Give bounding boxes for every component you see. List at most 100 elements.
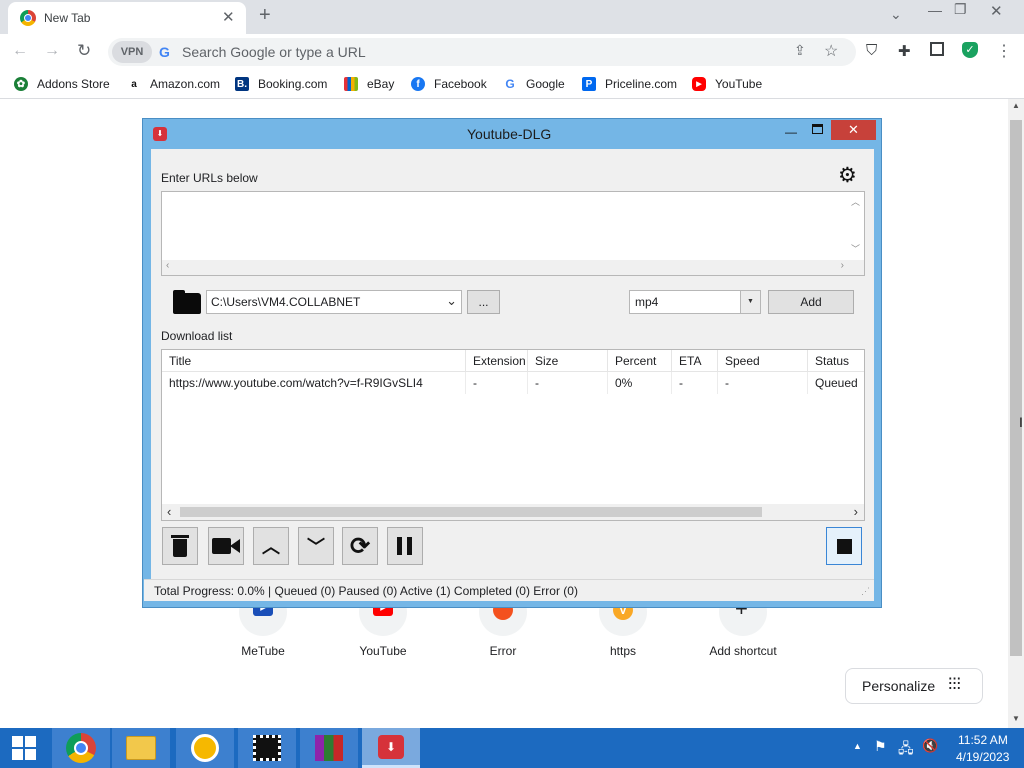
tab-title: New Tab bbox=[44, 11, 91, 25]
mouse-cursor-icon: I bbox=[1019, 414, 1023, 430]
vpn-shield-icon bbox=[191, 734, 219, 762]
taskbar-chrome[interactable] bbox=[52, 728, 110, 768]
addons-store-icon: ✿ bbox=[14, 77, 28, 91]
list-scroll-right-icon[interactable]: › bbox=[854, 504, 858, 519]
dialog-close-button[interactable]: ✕ bbox=[831, 120, 876, 140]
minimize-window-icon[interactable]: — bbox=[928, 2, 942, 18]
chevron-up-icon: ︿ bbox=[262, 537, 280, 557]
stop-button[interactable] bbox=[826, 527, 862, 565]
download-list-table[interactable]: Title Extension Size Percent ETA Speed S… bbox=[161, 349, 865, 521]
play-video-button[interactable] bbox=[208, 527, 244, 565]
chevron-down-icon: ⌄ bbox=[446, 293, 457, 308]
tab-search-chevron-icon[interactable]: ⌄ bbox=[890, 6, 902, 23]
amazon-icon: a bbox=[127, 77, 141, 91]
pause-icon bbox=[397, 537, 413, 555]
urls-scroll-up-icon[interactable]: ︿ bbox=[851, 195, 860, 208]
bookmark-booking[interactable]: B. Booking.com bbox=[235, 70, 327, 98]
bookmark-addons-store[interactable]: ✿ Addons Store bbox=[14, 70, 110, 98]
pause-button[interactable] bbox=[387, 527, 423, 565]
share-icon[interactable]: ⇪ bbox=[794, 42, 806, 59]
forward-arrow-icon[interactable]: → bbox=[44, 42, 60, 60]
chrome-divider bbox=[0, 98, 1024, 99]
taskbar-file-explorer[interactable] bbox=[112, 728, 170, 768]
reload-icon[interactable]: ↻ bbox=[77, 41, 91, 61]
bookmark-youtube[interactable]: ▶ YouTube bbox=[692, 70, 762, 98]
list-hscrollbar[interactable]: ‹ › bbox=[162, 504, 864, 520]
network-icon[interactable]: 🖧 bbox=[898, 738, 914, 762]
taskbar-winrar[interactable] bbox=[300, 728, 358, 768]
clock-time[interactable]: 11:52 AM bbox=[958, 733, 1008, 747]
action-center-flag-icon[interactable]: ⚑ bbox=[874, 738, 887, 755]
bookmark-google[interactable]: G Google bbox=[503, 70, 565, 98]
urls-scroll-right-icon[interactable]: › bbox=[841, 260, 844, 271]
urls-scroll-down-icon[interactable]: ﹀ bbox=[851, 242, 860, 255]
delete-button[interactable] bbox=[162, 527, 198, 565]
tray-expand-icon[interactable]: ▲ bbox=[853, 741, 862, 751]
taskbar-vpn-app[interactable] bbox=[176, 728, 234, 768]
scroll-down-arrow-icon[interactable]: ▼ bbox=[1012, 714, 1020, 723]
move-down-button[interactable]: ﹀ bbox=[298, 527, 334, 565]
folder-icon[interactable] bbox=[173, 293, 201, 314]
settings-gear-icon[interactable]: ⚙ bbox=[838, 163, 857, 188]
path-select[interactable]: C:\Users\VM4.COLLABNET ⌄ bbox=[206, 290, 462, 314]
youtube-dlg-window: ⬇ Youtube-DLG — ✕ Enter URLs below ⚙ ︿ ﹀… bbox=[142, 118, 882, 608]
scroll-up-arrow-icon[interactable]: ▲ bbox=[1012, 101, 1020, 110]
urls-textarea[interactable]: ︿ ﹀ ‹ › bbox=[161, 191, 865, 276]
urls-label: Enter URLs below bbox=[161, 171, 258, 185]
trash-icon bbox=[171, 535, 189, 557]
shield-extension-icon[interactable]: ⛉ bbox=[866, 42, 877, 59]
start-button[interactable] bbox=[0, 728, 48, 768]
tab-new-tab[interactable]: New Tab ✕ bbox=[8, 2, 246, 34]
tab-close-icon[interactable]: ✕ bbox=[222, 8, 235, 26]
format-select[interactable]: mp4 ▼ bbox=[629, 290, 761, 314]
close-window-icon[interactable]: ✕ bbox=[990, 2, 1003, 20]
vpn-badge[interactable]: VPN bbox=[112, 41, 152, 63]
browse-button[interactable]: ... bbox=[467, 290, 500, 314]
taskbar-video-app[interactable] bbox=[238, 728, 296, 768]
clock-date[interactable]: 4/19/2023 bbox=[956, 750, 1009, 764]
page-scrollbar-thumb[interactable] bbox=[1010, 120, 1022, 656]
dialog-title-bar[interactable]: ⬇ Youtube-DLG — ✕ bbox=[143, 119, 881, 149]
folder-tab-shape bbox=[173, 290, 185, 295]
chrome-tab-icon bbox=[20, 10, 36, 26]
dialog-title: Youtube-DLG bbox=[467, 126, 552, 142]
winrar-books-icon bbox=[315, 735, 343, 761]
back-arrow-icon[interactable]: ← bbox=[12, 42, 28, 60]
google-g-icon: G bbox=[159, 44, 170, 60]
urls-scroll-left-icon[interactable]: ‹ bbox=[166, 260, 169, 271]
list-scroll-thumb[interactable] bbox=[180, 507, 762, 517]
folder-icon bbox=[126, 736, 156, 760]
table-row[interactable]: https://www.youtube.com/watch?v=f-R9IGvS… bbox=[162, 350, 864, 394]
move-up-button[interactable]: ︿ bbox=[253, 527, 289, 565]
bookmark-priceline[interactable]: P Priceline.com bbox=[582, 70, 677, 98]
sliders-icon: ⫶⫶⫶ bbox=[948, 675, 961, 694]
bookmark-star-icon[interactable]: ☆ bbox=[824, 41, 838, 61]
taskbar-youtube-dlg[interactable]: ⬇ bbox=[362, 728, 420, 768]
security-check-icon[interactable]: ✓ bbox=[962, 42, 978, 58]
new-tab-plus-icon[interactable]: + bbox=[259, 4, 271, 27]
dialog-body: Enter URLs below ⚙ ︿ ﹀ ‹ › C:\Users\VM4.… bbox=[144, 149, 874, 601]
add-button[interactable]: Add bbox=[768, 290, 854, 314]
bookmark-amazon[interactable]: a Amazon.com bbox=[127, 70, 220, 98]
chrome-icon bbox=[66, 733, 96, 763]
youtube-dlg-icon: ⬇ bbox=[378, 734, 404, 759]
bookmark-ebay[interactable]: eBay bbox=[344, 70, 394, 98]
film-strip-icon bbox=[253, 735, 281, 761]
dialog-minimize-icon[interactable]: — bbox=[785, 125, 797, 139]
omnibox[interactable]: VPN G Search Google or type a URL ⇪ ☆ bbox=[108, 38, 856, 66]
reload-button[interactable]: ⟳ bbox=[342, 527, 378, 565]
restore-window-icon[interactable]: ❐ bbox=[954, 1, 967, 18]
extensions-puzzle-icon[interactable]: ✚ bbox=[898, 42, 911, 60]
chrome-menu-icon[interactable]: ⋮ bbox=[996, 41, 1012, 61]
app-download-icon: ⬇ bbox=[153, 127, 167, 141]
resize-grip-icon[interactable]: ⋰ bbox=[861, 586, 870, 597]
dialog-maximize-icon[interactable] bbox=[812, 124, 823, 134]
list-scroll-left-icon[interactable]: ‹ bbox=[167, 504, 171, 519]
side-panel-icon[interactable] bbox=[930, 42, 944, 56]
speaker-muted-icon[interactable]: 🔇 bbox=[922, 738, 938, 754]
bookmark-facebook[interactable]: f Facebook bbox=[411, 70, 487, 98]
download-list-label: Download list bbox=[161, 329, 233, 343]
personalize-button[interactable]: Personalize ⫶⫶⫶ bbox=[845, 668, 983, 704]
urls-hscrollbar[interactable]: ‹ › bbox=[162, 260, 864, 275]
format-dropdown-arrow[interactable]: ▼ bbox=[740, 291, 760, 313]
